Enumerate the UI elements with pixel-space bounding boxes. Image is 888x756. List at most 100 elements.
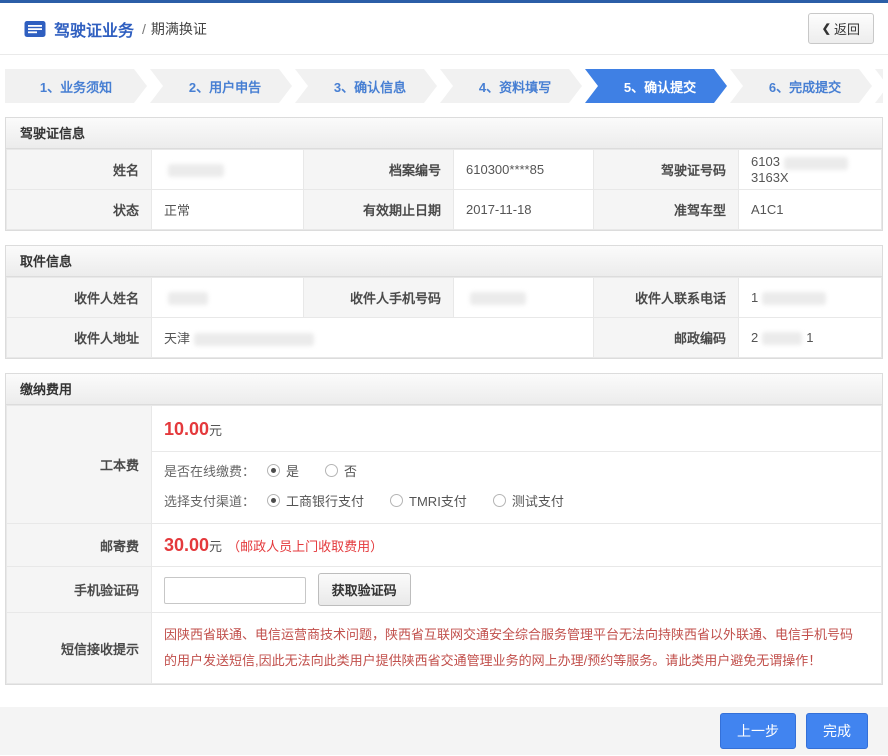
option-label: 是 <box>286 461 299 480</box>
radio-icon[interactable] <box>493 494 506 507</box>
postage-label: 邮寄费 <box>7 524 152 567</box>
fees-section-title: 缴纳费用 <box>6 374 882 405</box>
card-fee-amount: 10.00 <box>164 419 209 439</box>
recipient-address-label: 收件人地址 <box>7 318 152 358</box>
page-header: 驾驶证业务 / 期满换证 ❮ 返回 <box>0 3 888 55</box>
postal-code-value: 21 <box>739 318 882 358</box>
valid-until-value: 2017-11-18 <box>454 190 594 230</box>
license-no-prefix: 6103 <box>751 154 780 169</box>
table-row: 状态 正常 有效期止日期 2017-11-18 准驾车型 A1C1 <box>7 190 882 230</box>
step-1-tab[interactable]: 1、业务须知 <box>5 69 147 103</box>
currency-unit: 元 <box>209 423 222 438</box>
recipient-name-label: 收件人姓名 <box>7 278 152 318</box>
license-no-label: 驾驶证号码 <box>594 150 739 190</box>
license-card-icon <box>24 20 46 38</box>
sms-code-label: 手机验证码 <box>7 567 152 613</box>
step-progress-bar: 1、业务须知 2、用户申告 3、确认信息 4、资料填写 5、确认提交 6、完成提… <box>5 69 883 103</box>
chevron-left-icon: ❮ <box>822 22 831 35</box>
license-info-table: 姓名 档案编号 610300****85 驾驶证号码 61033163X 状态 … <box>6 149 882 230</box>
address-prefix: 天津 <box>164 331 190 346</box>
radio-icon[interactable] <box>267 494 280 507</box>
status-label: 状态 <box>7 190 152 230</box>
channel-option-icbc[interactable]: 工商银行支付 <box>267 491 364 510</box>
get-sms-code-button[interactable]: 获取验证码 <box>318 573 411 606</box>
recipient-phone-value: 1 <box>739 278 882 318</box>
recipient-phone-prefix: 1 <box>751 290 758 305</box>
sms-notice-label: 短信接收提示 <box>7 613 152 684</box>
postage-cell: 30.00元 （邮政人员上门收取费用） <box>152 524 882 567</box>
license-section-title: 驾驶证信息 <box>6 118 882 149</box>
postage-note: （邮政人员上门收取费用） <box>227 539 383 554</box>
recipient-mobile-value <box>454 278 594 318</box>
card-fee-label: 工本费 <box>7 406 152 524</box>
redacted-name <box>168 164 224 177</box>
sms-code-input[interactable] <box>164 577 306 604</box>
postal-prefix: 2 <box>751 330 758 345</box>
valid-until-label: 有效期止日期 <box>304 190 454 230</box>
sms-code-cell: 获取验证码 <box>152 567 882 613</box>
sms-notice-row: 短信接收提示 因陕西省联通、电信运营商技术问题，陕西省互联网交通安全综合服务管理… <box>7 613 882 684</box>
redacted-recipient-name <box>168 292 208 305</box>
license-info-section: 驾驶证信息 姓名 档案编号 610300****85 驾驶证号码 6103316… <box>5 117 883 231</box>
back-button-label: 返回 <box>834 19 860 38</box>
sms-notice-text: 因陕西省联通、电信运营商技术问题，陕西省互联网交通安全综合服务管理平台无法向持陕… <box>164 613 881 683</box>
step-3-tab[interactable]: 3、确认信息 <box>295 69 437 103</box>
sms-notice-cell: 因陕西省联通、电信运营商技术问题，陕西省互联网交通安全综合服务管理平台无法向持陕… <box>152 613 882 684</box>
file-no-label: 档案编号 <box>304 150 454 190</box>
back-button[interactable]: ❮ 返回 <box>808 13 874 44</box>
redacted-address <box>194 333 314 346</box>
step-2-tab[interactable]: 2、用户申告 <box>150 69 292 103</box>
fees-section: 缴纳费用 工本费 10.00元 是否在线缴费： 是 否 选择支付渠道： 工商银行… <box>5 373 883 685</box>
pay-channel-label: 选择支付渠道： <box>164 491 255 510</box>
footer-action-bar: 上一步 完成 <box>0 707 888 755</box>
option-label: TMRI支付 <box>409 491 467 510</box>
radio-icon[interactable] <box>267 464 280 477</box>
license-no-value: 61033163X <box>739 150 882 190</box>
table-row: 收件人姓名 收件人手机号码 收件人联系电话 1 <box>7 278 882 318</box>
sms-code-row: 手机验证码 获取验证码 <box>7 567 882 613</box>
previous-step-button[interactable]: 上一步 <box>720 713 796 749</box>
table-row: 姓名 档案编号 610300****85 驾驶证号码 61033163X <box>7 150 882 190</box>
recipient-name-value <box>152 278 304 318</box>
postal-code-label: 邮政编码 <box>594 318 739 358</box>
finish-button[interactable]: 完成 <box>806 713 868 749</box>
pickup-info-table: 收件人姓名 收件人手机号码 收件人联系电话 1 收件人地址 天津 邮政编码 21 <box>6 277 882 358</box>
recipient-address-value: 天津 <box>152 318 594 358</box>
breadcrumb-current: 期满换证 <box>151 19 207 39</box>
vehicle-class-label: 准驾车型 <box>594 190 739 230</box>
card-fee-row: 工本费 10.00元 是否在线缴费： 是 否 选择支付渠道： 工商银行支付 TM… <box>7 406 882 524</box>
recipient-phone-label: 收件人联系电话 <box>594 278 739 318</box>
option-label: 否 <box>344 461 357 480</box>
postal-suffix: 1 <box>806 330 813 345</box>
option-label: 工商银行支付 <box>286 491 364 510</box>
name-label: 姓名 <box>7 150 152 190</box>
currency-unit: 元 <box>209 539 222 554</box>
channel-option-tmri[interactable]: TMRI支付 <box>390 491 467 510</box>
online-pay-option-yes[interactable]: 是 <box>267 461 299 480</box>
fees-table: 工本费 10.00元 是否在线缴费： 是 否 选择支付渠道： 工商银行支付 TM… <box>6 405 882 684</box>
radio-icon[interactable] <box>325 464 338 477</box>
redacted-postal <box>762 332 802 345</box>
channel-option-test[interactable]: 测试支付 <box>493 491 564 510</box>
card-fee-cell: 10.00元 是否在线缴费： 是 否 选择支付渠道： 工商银行支付 TMRI支付… <box>152 406 882 524</box>
redacted-recipient-phone <box>762 292 826 305</box>
postage-fee-row: 邮寄费 30.00元 （邮政人员上门收取费用） <box>7 524 882 567</box>
redacted-license-no <box>784 157 848 170</box>
online-pay-label: 是否在线缴费： <box>164 461 255 480</box>
step-bar-filler <box>875 69 883 103</box>
step-6-tab[interactable]: 6、完成提交 <box>730 69 872 103</box>
postage-amount: 30.00 <box>164 535 209 555</box>
online-pay-option-no[interactable]: 否 <box>325 461 357 480</box>
license-no-suffix: 3163X <box>751 170 789 185</box>
option-label: 测试支付 <box>512 491 564 510</box>
step-4-tab[interactable]: 4、资料填写 <box>440 69 582 103</box>
pay-channel-row: 选择支付渠道： 工商银行支付 TMRI支付 测试支付 <box>152 482 881 523</box>
status-value: 正常 <box>152 190 304 230</box>
step-5-tab[interactable]: 5、确认提交 <box>585 69 727 103</box>
radio-icon[interactable] <box>390 494 403 507</box>
pickup-section-title: 取件信息 <box>6 246 882 277</box>
redacted-recipient-mobile <box>470 292 526 305</box>
vehicle-class-value: A1C1 <box>739 190 882 230</box>
page-title: 驾驶证业务 <box>54 17 134 41</box>
recipient-mobile-label: 收件人手机号码 <box>304 278 454 318</box>
